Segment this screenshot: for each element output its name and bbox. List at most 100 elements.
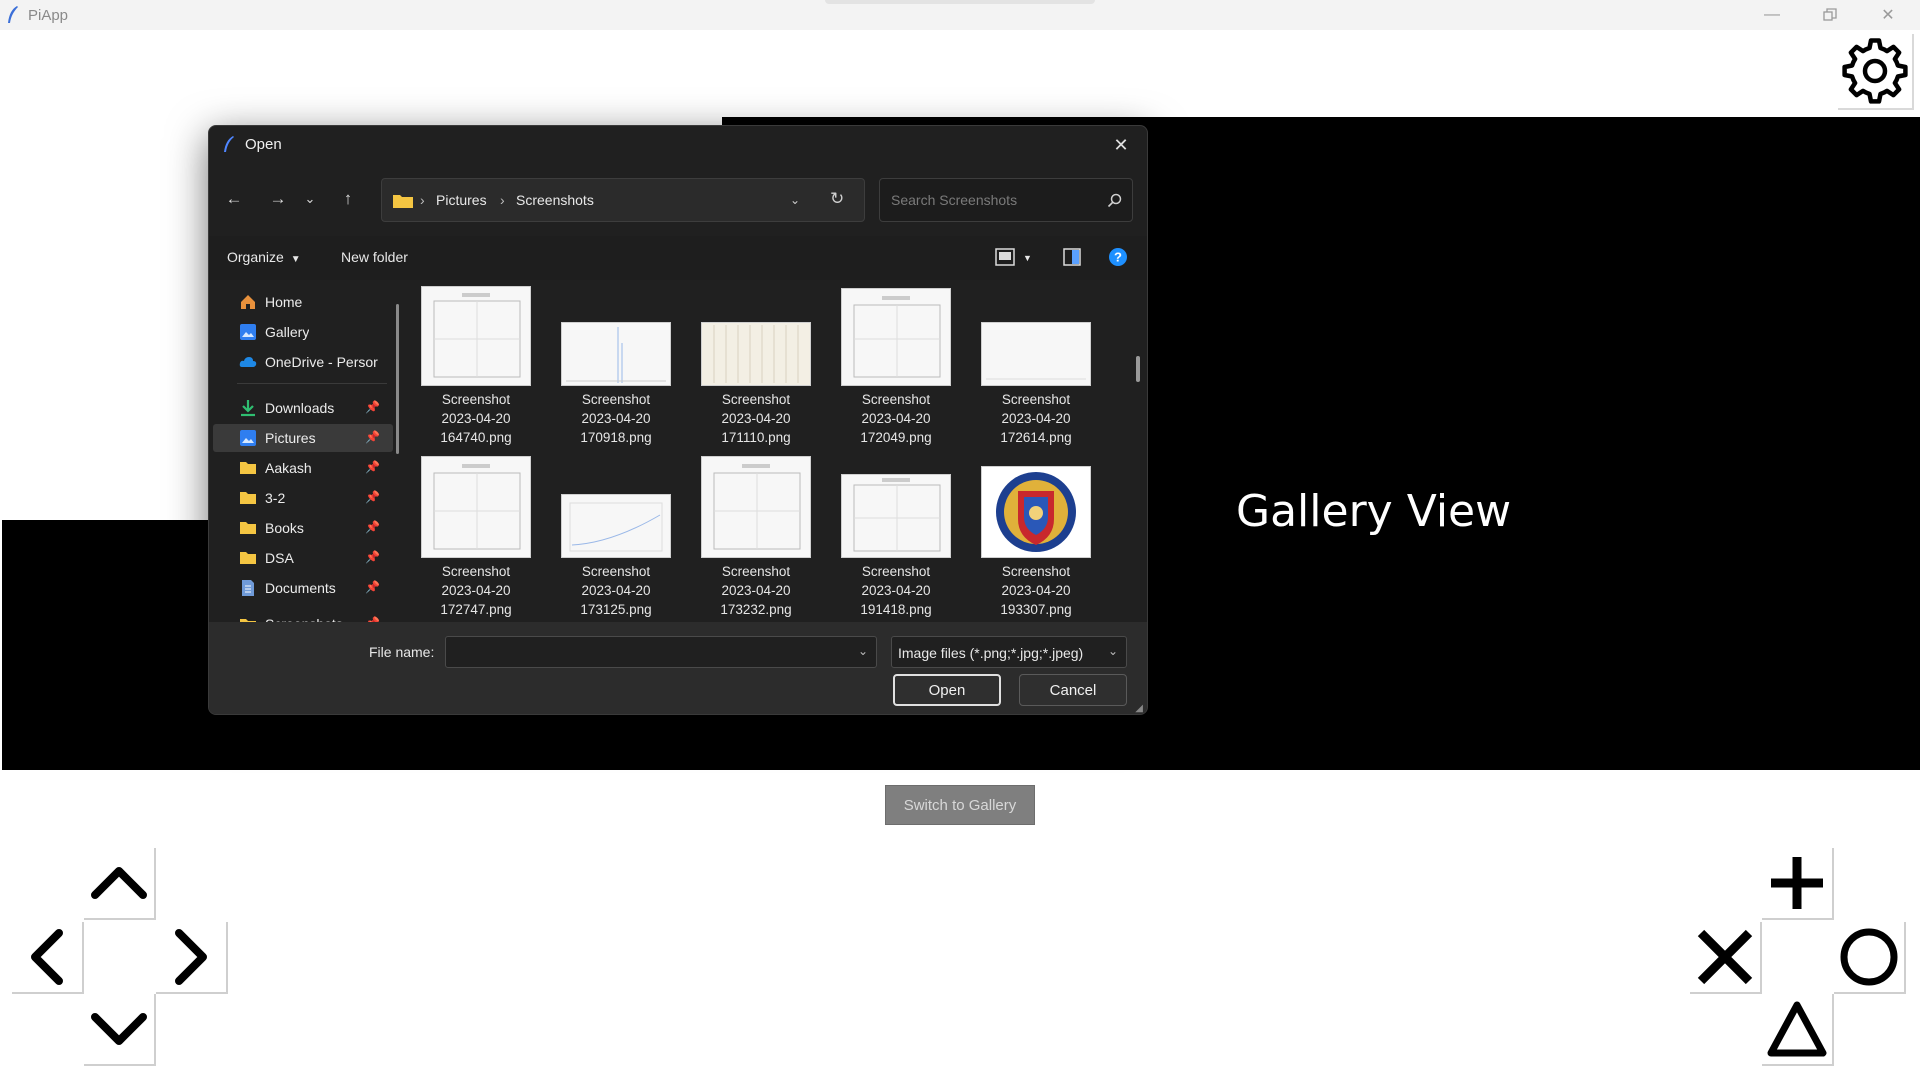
breadcrumb-separator: › <box>500 192 505 208</box>
circle-button[interactable] <box>1834 922 1906 994</box>
documents-icon <box>242 580 254 596</box>
file-item[interactable]: Screenshot 2023-04-20 172747.png <box>419 454 533 617</box>
file-name: Screenshot 2023-04-20 173125.png <box>580 564 652 617</box>
dpad-down-button[interactable] <box>84 994 156 1066</box>
file-name: Screenshot 2023-04-20 172614.png <box>1000 392 1072 445</box>
nav-item-label: Downloads <box>265 400 335 416</box>
nav-item-onedrive[interactable]: OneDrive - Persor <box>209 348 397 376</box>
resize-grip-icon[interactable]: ◢ <box>1135 703 1143 714</box>
switch-to-gallery-button[interactable]: Switch to Gallery <box>885 785 1035 825</box>
open-button[interactable]: Open <box>893 674 1001 706</box>
file-name: Screenshot 2023-04-20 170918.png <box>580 392 652 445</box>
chevron-down-icon[interactable]: ⌄ <box>858 644 868 658</box>
up-button[interactable]: ↑ <box>337 188 359 210</box>
open-file-dialog: Open ✕ ← → ⌄ ↑ › Pictures › Screenshots … <box>208 125 1148 715</box>
view-dropdown-icon[interactable]: ▼ <box>1023 253 1032 263</box>
pin-icon: 📌 <box>365 580 380 594</box>
file-name: Screenshot 2023-04-20 172049.png <box>860 392 932 445</box>
dpad-up-button[interactable] <box>84 848 156 920</box>
pin-icon: 📌 <box>365 430 380 444</box>
nav-item-gallery[interactable]: Gallery <box>209 318 397 346</box>
file-name-input[interactable]: ⌄ <box>445 636 877 668</box>
back-button[interactable]: ← <box>223 188 245 210</box>
nav-item-label: Home <box>265 294 303 310</box>
nav-item-aakash[interactable]: Aakash 📌 <box>209 454 397 482</box>
file-item[interactable]: Screenshot 2023-04-20 173232.png <box>699 454 813 617</box>
file-item[interactable]: Screenshot 2023-04-20 164740.png <box>419 282 533 445</box>
nav-item-downloads[interactable]: Downloads 📌 <box>209 394 397 422</box>
navigation-pane: Home Gallery OneDrive - Persor Downloads… <box>209 280 405 625</box>
nav-item-3-2[interactable]: 3-2 📌 <box>209 484 397 512</box>
pin-icon: 📌 <box>365 520 380 534</box>
nav-item-dsa[interactable]: DSA 📌 <box>209 544 397 572</box>
file-name: Screenshot 2023-04-20 193307.png <box>1000 564 1072 617</box>
file-thumbnail <box>701 322 811 386</box>
plus-button[interactable] <box>1762 848 1834 920</box>
close-button[interactable]: ✕ <box>1859 0 1917 30</box>
triangle-icon <box>1767 1001 1827 1057</box>
help-icon[interactable]: ? <box>1108 247 1128 267</box>
file-thumbnail <box>981 466 1091 558</box>
address-dropdown-icon[interactable]: ⌄ <box>790 193 800 207</box>
file-thumbnail <box>981 322 1091 386</box>
details-pane-icon[interactable] <box>1063 248 1081 266</box>
app-titlebar: PiApp — ✕ <box>0 0 1920 30</box>
file-name-label: File name: <box>369 644 435 660</box>
file-item[interactable]: Screenshot 2023-04-20 193307.png <box>979 454 1093 617</box>
file-name: Screenshot 2023-04-20 191418.png <box>860 564 932 617</box>
pictures-icon <box>240 430 256 446</box>
nav-item-label: Pictures <box>265 430 316 446</box>
nav-item-books[interactable]: Books 📌 <box>209 514 397 542</box>
view-mode-icon[interactable] <box>995 248 1015 266</box>
emblem-thumbnail <box>996 472 1076 552</box>
chevron-right-icon <box>175 929 207 985</box>
dpad-right-button[interactable] <box>156 922 228 994</box>
gallery-icon <box>240 324 256 340</box>
breadcrumb-separator: › <box>420 192 425 208</box>
settings-button[interactable] <box>1838 34 1914 110</box>
arrow-left-icon: ← <box>225 189 243 208</box>
file-item[interactable]: Screenshot 2023-04-20 172049.png <box>839 282 953 445</box>
file-item[interactable]: Screenshot 2023-04-20 170918.png <box>559 282 673 445</box>
file-grid-scrollbar[interactable] <box>1136 356 1140 382</box>
chevron-down-icon: ⌄ <box>1107 644 1118 658</box>
file-item[interactable]: Screenshot 2023-04-20 173125.png <box>559 454 673 617</box>
file-item[interactable]: Screenshot 2023-04-20 191418.png <box>839 454 953 617</box>
file-type-select[interactable]: Image files (*.png;*.jpg;*.jpeg) ⌄ <box>891 636 1127 668</box>
file-thumbnail <box>421 456 531 558</box>
breadcrumb-screenshots[interactable]: Screenshots <box>516 192 594 208</box>
app-title: PiApp <box>28 7 69 24</box>
nav-item-pictures[interactable]: Pictures 📌 <box>213 424 393 452</box>
address-bar[interactable]: › Pictures › Screenshots ⌄ ↻ <box>381 178 865 222</box>
forward-button[interactable]: → <box>267 188 289 210</box>
cancel-button[interactable]: Cancel <box>1019 674 1127 706</box>
dialog-footer: File name: ⌄ Image files (*.png;*.jpg;*.… <box>209 622 1147 714</box>
nav-item-documents[interactable]: Documents 📌 <box>209 574 397 602</box>
triangle-button[interactable] <box>1762 994 1834 1066</box>
file-grid: Screenshot 2023-04-20 164740.png Screensho… <box>405 280 1129 625</box>
nav-separator <box>237 383 387 384</box>
search-box[interactable]: Search Screenshots <box>879 178 1133 222</box>
refresh-icon[interactable]: ↻ <box>830 189 844 209</box>
chevron-down-icon <box>91 1013 147 1045</box>
dialog-titlebar: Open ✕ <box>209 126 1147 162</box>
feather-icon <box>224 136 234 152</box>
file-thumbnail <box>841 474 951 558</box>
breadcrumb-pictures[interactable]: Pictures <box>436 192 487 208</box>
organize-menu[interactable]: Organize ▼ <box>227 249 301 265</box>
gallery-view-label: Gallery View <box>1236 486 1512 537</box>
cross-button[interactable] <box>1690 922 1762 994</box>
file-thumbnail <box>841 288 951 386</box>
new-folder-button[interactable]: New folder <box>341 249 408 265</box>
recent-locations-button[interactable]: ⌄ <box>299 188 321 210</box>
folder-icon <box>240 522 256 534</box>
dpad-left-button[interactable] <box>12 922 84 994</box>
minimize-icon: — <box>1764 6 1780 23</box>
file-item[interactable]: Screenshot 2023-04-20 171110.png <box>699 282 813 445</box>
minimize-button[interactable]: — <box>1743 0 1801 30</box>
dialog-close-button[interactable]: ✕ <box>1107 132 1135 158</box>
file-item[interactable]: Screenshot 2023-04-20 172614.png <box>979 282 1093 445</box>
nav-item-home[interactable]: Home <box>209 288 397 316</box>
file-thumbnail <box>421 286 531 386</box>
maximize-button[interactable] <box>1801 0 1859 30</box>
